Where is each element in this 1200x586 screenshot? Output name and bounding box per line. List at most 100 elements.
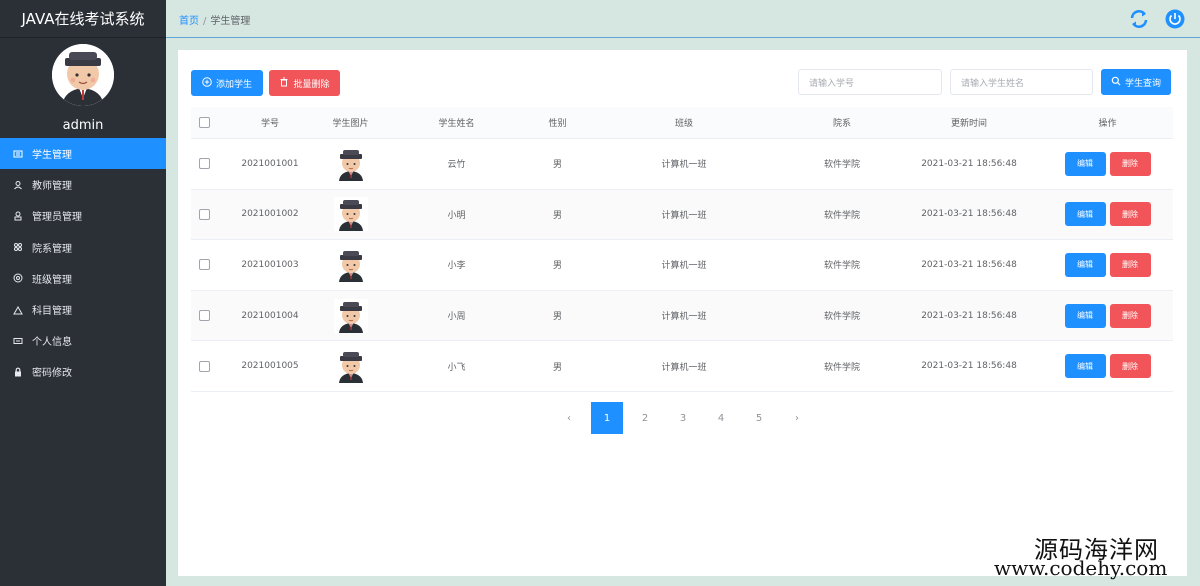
add-student-button[interactable]: 添加学生	[191, 70, 263, 96]
add-student-label: 添加学生	[215, 79, 252, 90]
cell-name: 小周	[447, 312, 466, 323]
header-id: 学号	[260, 119, 279, 129]
sidebar-item-subject[interactable]: 科目管理	[0, 294, 166, 325]
cell-class: 计算机一班	[661, 160, 707, 171]
sidebar: JAVA在线考试系统 admin 学生管理 教师管理 管理员管理 院系管理 班级…	[0, 0, 166, 586]
student-icon	[12, 148, 24, 160]
cell-time: 2021-03-21 18:56:48	[921, 259, 1017, 270]
pagination: ‹ 1 2 3 4 5 ›	[553, 402, 813, 434]
topbar: 首页 / 学生管理	[166, 0, 1200, 38]
row-checkbox[interactable]	[198, 360, 210, 372]
edit-button[interactable]: 编辑	[1064, 303, 1106, 328]
table-row: 2021001003 小李 男 计算机一班 软件学院 2021-03-21 18:56:4…	[191, 240, 1173, 291]
batch-delete-button[interactable]: 批量删除	[269, 70, 340, 96]
cell-actions: 编辑 删除	[1042, 252, 1173, 277]
edit-button[interactable]: 编辑	[1064, 354, 1106, 379]
sidebar-item-student[interactable]: 学生管理	[0, 138, 166, 170]
table-row: 2021001005 小飞 男 计算机一班 软件学院 2021-03-21 18:56:4…	[191, 341, 1173, 392]
sidebar-item-label: 管理员管理	[32, 212, 82, 224]
sidebar-menu: 学生管理 教师管理 管理员管理 院系管理 班级管理 科目管理 个人信息 密码修改	[0, 138, 166, 388]
power-icon[interactable]	[1164, 8, 1186, 30]
table-row: 2021001002 小明 男 计算机一班 软件学院 2021-03-21 18:56:4…	[191, 189, 1173, 241]
cell-class: 计算机一班	[661, 210, 707, 221]
row-checkbox[interactable]	[198, 259, 210, 271]
cell-class: 计算机一班	[661, 261, 707, 272]
cell-name: 小明	[447, 210, 466, 221]
page-5-button[interactable]: 5	[743, 402, 775, 434]
edit-button[interactable]: 编辑	[1064, 202, 1106, 227]
student-avatar	[323, 247, 378, 282]
avatar[interactable]	[52, 44, 114, 106]
lock-icon	[12, 366, 24, 378]
table-body: 2021001001 云竹男计算机一班 软件学院 2021-03-21 18:56:4…	[191, 139, 1173, 392]
cell-class: 计算机一班	[661, 312, 707, 323]
breadcrumb-separator: /	[203, 16, 207, 27]
edit-button[interactable]: 编辑	[1064, 252, 1106, 277]
cell-time: 2021-03-21 18:56:48	[921, 158, 1017, 169]
admin-icon	[12, 210, 24, 222]
sidebar-item-class[interactable]: 班级管理	[0, 263, 166, 294]
delete-button[interactable]: 删除	[1109, 252, 1151, 277]
page-1-button[interactable]: 1	[591, 402, 623, 434]
select-all-checkbox[interactable]	[198, 117, 210, 128]
search-name-input[interactable]: 请输入学生姓名	[950, 69, 1093, 95]
cell-time: 2021-03-21 18:56:48	[921, 310, 1017, 321]
row-checkbox[interactable]	[198, 208, 210, 220]
cell-sex: 男	[552, 210, 562, 221]
delete-button[interactable]: 删除	[1109, 202, 1151, 227]
cell-name: 小李	[447, 261, 466, 272]
sidebar-item-label: 教师管理	[32, 181, 72, 193]
student-avatar	[323, 146, 378, 181]
sidebar-item-password[interactable]: 密码修改	[0, 356, 166, 387]
sidebar-item-department[interactable]: 院系管理	[0, 232, 166, 263]
row-checkbox[interactable]	[198, 310, 210, 322]
top-icons	[1128, 8, 1186, 30]
page-4-button[interactable]: 4	[705, 402, 737, 434]
cell-actions: 编辑 删除	[1042, 151, 1173, 176]
row-checkbox[interactable]	[198, 158, 210, 170]
page-3-button[interactable]: 3	[667, 402, 699, 434]
page-2-button[interactable]: 2	[629, 402, 661, 434]
sidebar-item-label: 个人信息	[32, 337, 72, 349]
search-id-input[interactable]: 请输入学号	[798, 69, 942, 95]
delete-button[interactable]: 删除	[1109, 151, 1151, 176]
header-sex: 性别	[548, 119, 567, 129]
header-image: 学生图片	[332, 119, 369, 129]
subject-icon	[12, 304, 24, 316]
next-page-button[interactable]: ›	[781, 402, 813, 434]
prev-page-button[interactable]: ‹	[553, 402, 585, 434]
sidebar-item-label: 班级管理	[32, 274, 72, 286]
cell-name: 小飞	[447, 362, 466, 373]
cell-actions: 编辑 删除	[1042, 354, 1173, 379]
sidebar-item-label: 院系管理	[32, 243, 72, 255]
delete-button[interactable]: 删除	[1109, 303, 1151, 328]
breadcrumb-home[interactable]: 首页	[179, 16, 199, 27]
cell-id: 2021001004	[241, 310, 299, 321]
student-avatar	[323, 349, 378, 384]
cell-dept: 软件学院	[823, 210, 860, 221]
cell-name: 云竹	[447, 160, 466, 171]
sidebar-item-label: 密码修改	[32, 368, 72, 380]
refresh-icon[interactable]	[1128, 8, 1150, 30]
breadcrumb: 首页 / 学生管理	[179, 12, 250, 27]
app-title: JAVA在线考试系统	[0, 0, 166, 38]
student-avatar	[323, 197, 378, 232]
delete-button[interactable]: 删除	[1109, 354, 1151, 379]
header-class: 班级	[674, 119, 693, 129]
student-table: 学号 学生图片 学生姓名 性别 班级 院系 更新时间 操作 2021001001…	[191, 107, 1173, 392]
header-name: 学生姓名	[438, 119, 475, 129]
sidebar-item-teacher[interactable]: 教师管理	[0, 169, 166, 200]
edit-button[interactable]: 编辑	[1064, 151, 1106, 176]
batch-delete-label: 批量删除	[293, 79, 330, 90]
header-time: 更新时间	[950, 119, 987, 129]
cell-dept: 软件学院	[823, 261, 860, 272]
plus-circle-icon	[202, 76, 212, 90]
main-card: 添加学生 批量删除 请输入学号 请输入学生姓名 学生查询 学号 学生图片 学生姓…	[178, 50, 1187, 576]
cell-sex: 男	[552, 160, 562, 171]
profile-icon	[12, 335, 24, 347]
user-profile: admin	[0, 38, 166, 138]
sidebar-item-admin[interactable]: 管理员管理	[0, 200, 166, 231]
cell-dept: 软件学院	[823, 160, 860, 171]
sidebar-item-profile[interactable]: 个人信息	[0, 325, 166, 356]
query-student-button[interactable]: 学生查询	[1101, 69, 1171, 95]
